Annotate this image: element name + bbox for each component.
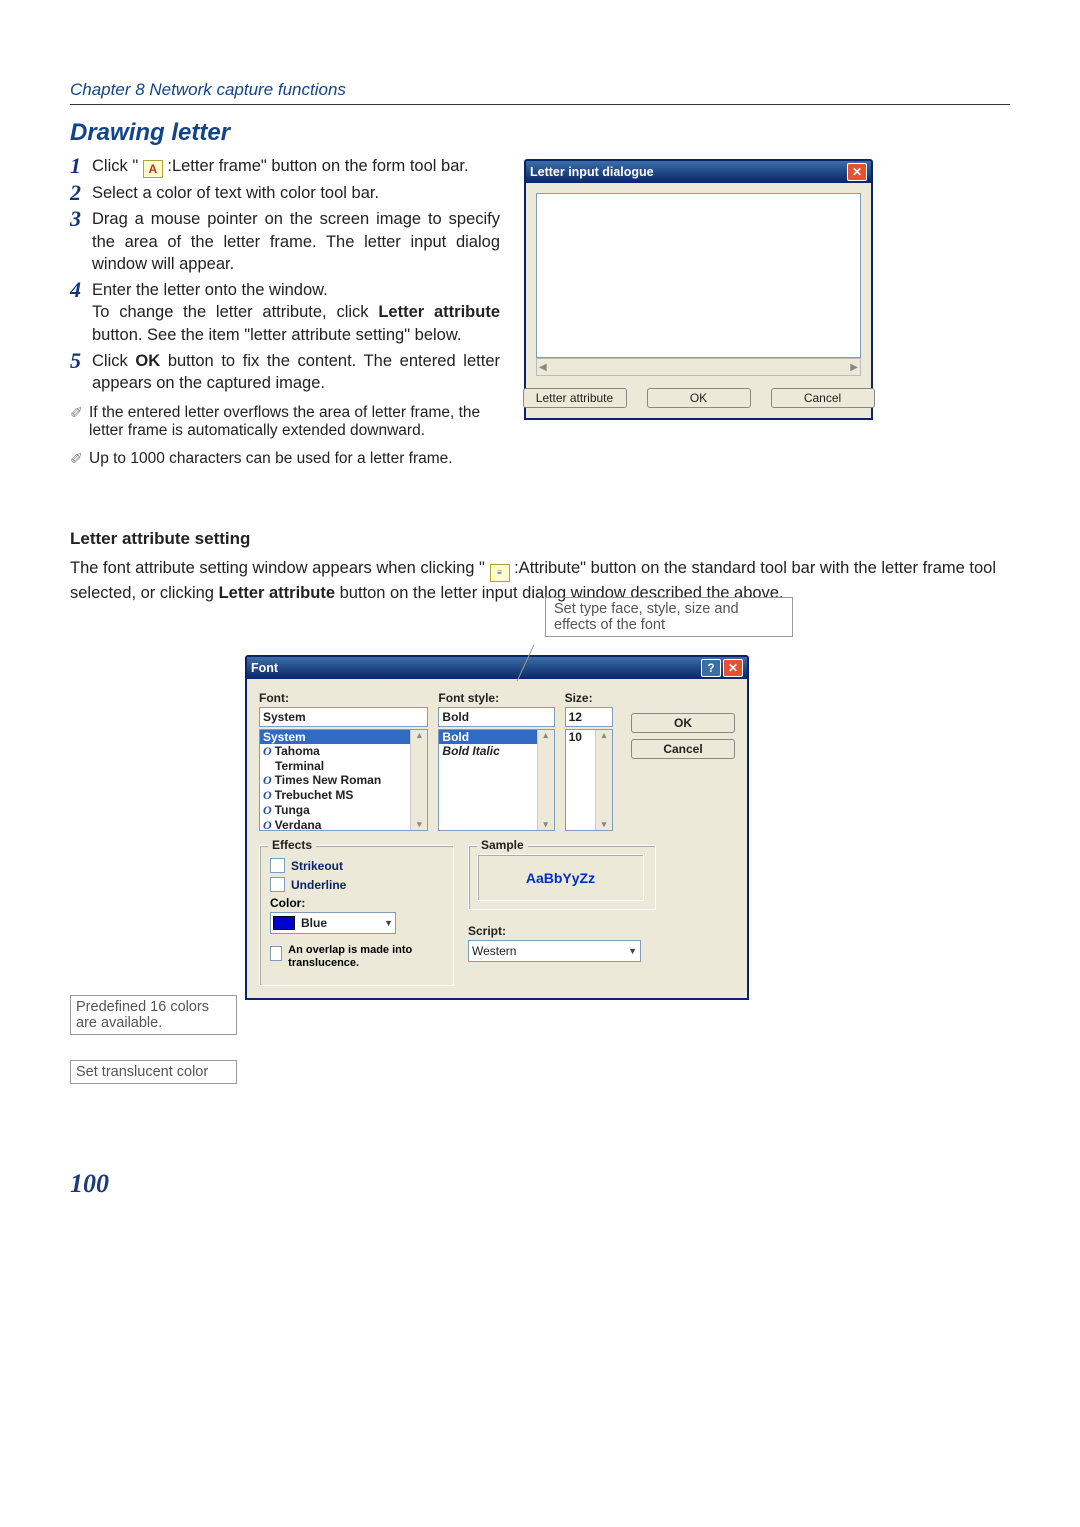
color-label: Color: <box>270 896 443 910</box>
font-style-listbox[interactable]: Bold Bold Italic ▴▾ <box>438 729 554 831</box>
font-listbox[interactable]: System OTahoma Terminal OTimes New Roman… <box>259 729 428 831</box>
letter-attribute-button[interactable]: Letter attribute <box>523 388 627 408</box>
letter-textarea[interactable] <box>536 193 861 358</box>
chapter-header: Chapter 8 Network capture functions <box>70 80 1010 105</box>
letter-frame-icon: A <box>143 160 163 178</box>
scrollbar-vertical[interactable]: ▴▾ <box>537 730 554 830</box>
font-style-label: Font style: <box>438 691 554 705</box>
page-number: 100 <box>70 1169 1010 1199</box>
sample-preview: AaBbYyZz <box>477 854 644 901</box>
color-select[interactable]: Blue ▼ <box>270 912 396 934</box>
chevron-down-icon: ▼ <box>628 946 637 956</box>
step-text: Enter the letter onto the window. To cha… <box>92 279 500 346</box>
cancel-button[interactable]: Cancel <box>771 388 875 408</box>
note-icon: ✐ <box>70 404 83 440</box>
dialog-title: Font <box>251 661 278 675</box>
size-label: Size: <box>565 691 613 705</box>
body-text: The font attribute setting window appear… <box>70 557 1010 605</box>
chevron-down-icon: ▼ <box>384 918 393 928</box>
underline-checkbox[interactable]: Underline <box>270 877 443 892</box>
note-icon: ✐ <box>70 450 83 469</box>
close-icon[interactable]: ✕ <box>723 659 743 677</box>
translucence-checkbox[interactable]: An overlap is made into translucence. <box>270 944 443 970</box>
callout-colors: Predefined 16 colors are available. <box>70 995 237 1035</box>
color-swatch-icon <box>273 916 295 930</box>
step-number: 3 <box>70 208 92 275</box>
size-input[interactable]: 12 <box>565 707 613 727</box>
dialog-title: Letter input dialogue <box>530 165 654 179</box>
cancel-button[interactable]: Cancel <box>631 739 735 759</box>
step-number: 1 <box>70 155 92 178</box>
step-number: 5 <box>70 350 92 395</box>
strikeout-checkbox[interactable]: Strikeout <box>270 858 443 873</box>
step-text: Click OK button to fix the content. The … <box>92 350 500 395</box>
step-text: Drag a mouse pointer on the screen image… <box>92 208 500 275</box>
ok-button[interactable]: OK <box>647 388 751 408</box>
font-label: Font: <box>259 691 428 705</box>
ok-button[interactable]: OK <box>631 713 735 733</box>
sample-legend: Sample <box>477 838 528 852</box>
note-text: Up to 1000 characters can be used for a … <box>89 450 453 469</box>
size-listbox[interactable]: 10 ▴▾ <box>565 729 613 831</box>
section-title: Drawing letter <box>70 119 1010 147</box>
script-label: Script: <box>468 924 656 938</box>
help-icon[interactable]: ? <box>701 659 721 677</box>
step-number: 2 <box>70 182 92 204</box>
scrollbar-horizontal[interactable]: ◀▶ <box>536 358 861 376</box>
font-style-input[interactable]: Bold <box>438 707 554 727</box>
step-text: Click " A :Letter frame" button on the f… <box>92 155 469 178</box>
attribute-icon: ≡ <box>490 564 510 582</box>
font-dialog: Font ? ✕ Font: System System OTahoma <box>245 655 749 999</box>
step-text: Select a color of text with color tool b… <box>92 182 379 204</box>
script-select[interactable]: Western ▼ <box>468 940 641 962</box>
note-text: If the entered letter overflows the area… <box>89 404 500 440</box>
subsection-title: Letter attribute setting <box>70 529 1010 549</box>
close-icon[interactable]: ✕ <box>847 163 867 181</box>
step-number: 4 <box>70 279 92 346</box>
letter-input-dialog: Letter input dialogue ✕ ◀▶ Letter attrib… <box>524 159 873 420</box>
effects-legend: Effects <box>268 838 316 852</box>
font-input[interactable]: System <box>259 707 428 727</box>
callout-typeface: Set type face, style, size and effects o… <box>545 597 793 637</box>
scrollbar-vertical[interactable]: ▴▾ <box>410 730 427 830</box>
callout-translucent: Set translucent color <box>70 1060 237 1084</box>
scrollbar-vertical[interactable]: ▴▾ <box>595 730 612 830</box>
